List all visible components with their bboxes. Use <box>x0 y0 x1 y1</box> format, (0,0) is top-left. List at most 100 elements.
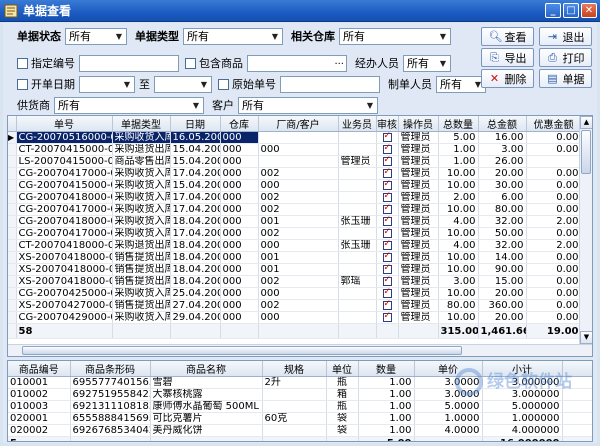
table-row[interactable]: 010003 6921311108183 康师傅水晶葡萄 500ML 瓶 1.00 5.0… <box>8 400 592 413</box>
table-cell: 001 <box>258 215 339 228</box>
footer-cell <box>258 323 339 339</box>
table-row[interactable]: CG-20070417000-0003采购收货入库17.04.200700000… <box>8 227 582 240</box>
status-combo[interactable]: 所有 ▼ <box>65 27 127 45</box>
exit-button[interactable]: ⇥ 退出 <box>539 27 592 46</box>
table-row[interactable]: 020001 6555888415695 可比克薯片 60克袋 1.00 1.0000 1.… <box>8 412 592 425</box>
export-button[interactable]: ⎘ 导出 <box>481 48 534 67</box>
table-row[interactable]: CG-20070417000-0001采购收货入库17.04.200700000… <box>8 167 582 180</box>
table-cell: 002 <box>258 299 339 312</box>
document-button[interactable]: ▤ 单据 <box>539 69 592 88</box>
delete-button[interactable]: ✕ 删除 <box>481 69 534 88</box>
orders-column-header[interactable]: 优惠金额 <box>526 116 582 132</box>
orders-vscrollbar[interactable]: ▲ ▼ <box>579 116 592 344</box>
details-grid[interactable]: 商品编号 商品条形码 商品名称 规格 单位 数量 单价 小计 010001 6955777401… <box>7 360 593 442</box>
browse-button[interactable]: ... <box>334 56 344 67</box>
orig-input[interactable] <box>280 75 380 93</box>
table-cell: 采购收货入库 <box>112 215 171 228</box>
audit-check-icon <box>382 204 392 214</box>
table-row[interactable]: XS-20070418000-0002销售提货出库18.04.200700000… <box>8 263 582 276</box>
close-button[interactable]: ✕ <box>581 3 597 18</box>
table-cell: 管理员 <box>398 179 439 192</box>
table-row[interactable]: CG-20070425000-0001采购收货入库25.04.200700000… <box>8 287 582 300</box>
table-row[interactable]: CG-20070429000-0001采购收货入库29.04.200700000… <box>8 311 582 324</box>
table-cell: XS-20070418000-0002 <box>16 263 113 276</box>
table-row[interactable]: XS-20070418000-0001销售提货出库18.04.200700000… <box>8 251 582 264</box>
details-column-header[interactable]: 数量 <box>358 361 415 377</box>
orig-checkbox[interactable] <box>218 78 229 90</box>
code-input[interactable] <box>79 54 179 72</box>
table-row[interactable]: CG-20070418000-0001采购收货入库18.04.200700000… <box>8 215 582 228</box>
details-column-header[interactable]: 商品编号 <box>8 361 71 377</box>
table-cell: 000 <box>258 179 339 192</box>
handler-combo[interactable]: 所有 ▼ <box>403 54 451 72</box>
customer-combo[interactable]: 所有 ▼ <box>238 96 378 114</box>
orders-column-header[interactable]: 仓库 <box>220 116 259 132</box>
maker-combo[interactable]: 所有 ▼ <box>436 75 486 93</box>
orders-footer-row: 58 315.00 1,461.66 19.00 <box>8 323 582 339</box>
table-cell: 000 <box>220 203 259 216</box>
orders-column-header[interactable]: 单据类型 <box>112 116 171 132</box>
include-goods-input[interactable]: ... <box>247 54 347 72</box>
include-goods-checkbox[interactable] <box>185 57 196 69</box>
table-cell <box>376 287 399 300</box>
date-to-combo[interactable]: ▼ <box>154 75 212 93</box>
table-row[interactable]: XS-20070427000-0001销售提货出库27.04.200700000… <box>8 299 582 312</box>
table-cell: 销售提货出库 <box>112 275 171 288</box>
table-cell: 002 <box>258 191 339 204</box>
table-cell <box>338 263 377 276</box>
table-row[interactable]: CT-20070415000-0001采购退货出库15.04.200700000… <box>8 143 582 156</box>
footer-cell <box>220 323 259 339</box>
minimize-button[interactable]: _ <box>545 3 561 18</box>
orders-column-header[interactable]: 操作员 <box>398 116 439 132</box>
table-row[interactable]: CG-20070415000-0001采购收货入库15.04.200700000… <box>8 179 582 192</box>
table-cell: 001 <box>258 251 339 264</box>
row-indicator <box>8 251 17 264</box>
maximize-button[interactable]: □ <box>563 3 579 18</box>
table-cell: LS-20070415000-0001 <box>16 155 113 168</box>
table-cell: 15.00 <box>478 275 527 288</box>
row-indicator <box>8 143 17 156</box>
table-cell: 5.00 <box>438 131 479 144</box>
table-cell: 雪碧 <box>150 376 263 389</box>
orders-column-header[interactable]: 厂商/客户 <box>258 116 339 132</box>
orders-column-header[interactable]: 审核 <box>376 116 399 132</box>
chevron-down-icon: ▼ <box>439 58 447 68</box>
table-row[interactable]: CT-20070418000-0002采购退货出库18.04.200700000… <box>8 239 582 252</box>
orders-hscrollbar[interactable] <box>8 344 592 356</box>
table-row[interactable]: CG-20070417000-0002采购收货入库17.04.200700000… <box>8 203 582 216</box>
orders-grid[interactable]: 单号 单据类型 日期 仓库 厂商/客户 业务员 审核 操作员 总数量 总金额 优惠金额 ▶ CG-20… <box>7 115 593 357</box>
date-from-combo[interactable]: ▼ <box>79 75 135 93</box>
orders-column-header[interactable]: 总数量 <box>438 116 479 132</box>
table-row[interactable]: XS-20070418000-0003销售提货出库18.04.200700000… <box>8 275 582 288</box>
orders-column-header[interactable]: 单号 <box>16 116 113 132</box>
table-cell: 000 <box>220 287 259 300</box>
orders-column-header[interactable]: 总金额 <box>478 116 527 132</box>
orders-column-header[interactable]: 日期 <box>170 116 221 132</box>
warehouse-combo[interactable]: 所有 ▼ <box>339 27 451 45</box>
table-row[interactable]: ▶CG-20070516000-0001采购收货入库16.05.2007000 管… <box>8 131 582 144</box>
table-cell: 6955777401563 <box>70 376 151 389</box>
date-checkbox[interactable] <box>17 78 28 90</box>
table-cell: 25.04.2007 <box>170 287 221 300</box>
table-cell: CG-20070516000-0001 <box>16 131 113 144</box>
audit-check-icon <box>382 168 392 178</box>
table-row[interactable]: CG-20070418000-0001采购收货入库17.04.200700000… <box>8 191 582 204</box>
print-button[interactable]: ⎙ 打印 <box>539 48 592 67</box>
type-combo[interactable]: 所有 ▼ <box>183 27 283 45</box>
table-cell <box>376 275 399 288</box>
supplier-combo[interactable]: 所有 ▼ <box>54 96 204 114</box>
table-cell: 020001 <box>8 412 71 425</box>
hscroll-thumb <box>22 346 462 355</box>
table-row[interactable]: 020002 6926768534042 美丹威化饼 袋 1.00 4.0000 4.000… <box>8 424 592 437</box>
table-row[interactable]: LS-20070415000-0001商品零售出库15.04.2007000 管理… <box>8 155 582 168</box>
details-column-header[interactable]: 商品条形码 <box>70 361 151 377</box>
details-column-header[interactable]: 商品名称 <box>150 361 263 377</box>
details-column-header[interactable]: 规格 <box>262 361 327 377</box>
code-checkbox[interactable] <box>17 57 28 69</box>
view-button[interactable]: 🔍︎ 查看 <box>481 27 534 46</box>
details-column-header[interactable]: 单位 <box>326 361 359 377</box>
table-cell: XS-20070427000-0001 <box>16 299 113 312</box>
date-to-label: 至 <box>139 78 150 91</box>
orders-column-header[interactable]: 业务员 <box>338 116 377 132</box>
footer-cell <box>170 323 221 339</box>
